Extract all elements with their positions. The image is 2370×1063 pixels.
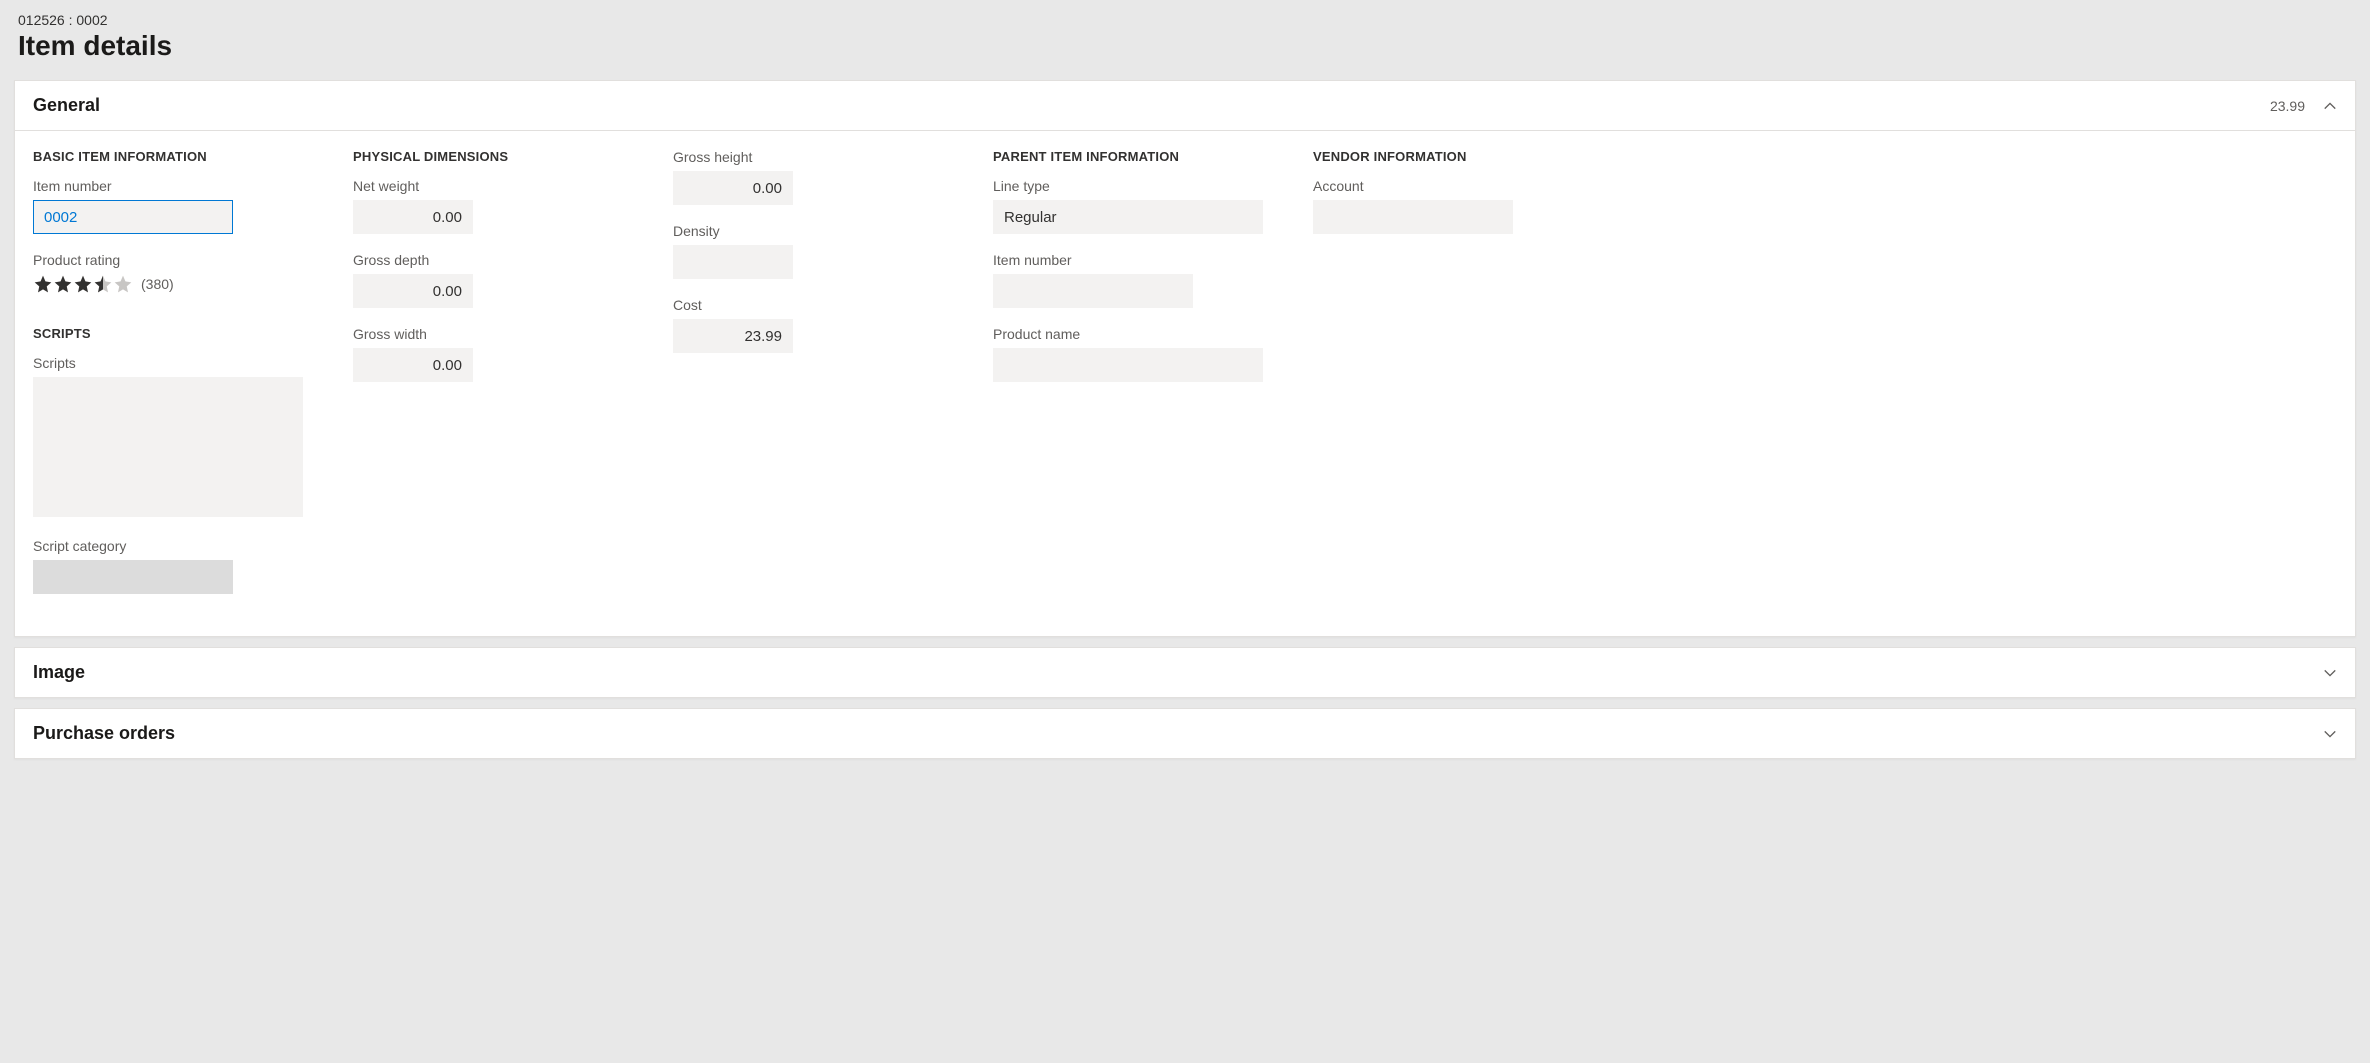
panel-general-title: General bbox=[33, 95, 100, 116]
script-category-label: Script category bbox=[33, 538, 313, 554]
net-weight-label: Net weight bbox=[353, 178, 633, 194]
panel-image-title: Image bbox=[33, 662, 85, 683]
panel-purchase-orders-header[interactable]: Purchase orders bbox=[15, 709, 2355, 758]
panel-general-header[interactable]: General 23.99 bbox=[15, 81, 2355, 130]
density-label: Density bbox=[673, 223, 953, 239]
account-input[interactable] bbox=[1313, 200, 1513, 234]
star-icon bbox=[33, 274, 53, 294]
group-basic-heading: BASIC ITEM INFORMATION bbox=[33, 149, 313, 164]
panel-purchase-orders-title: Purchase orders bbox=[33, 723, 175, 744]
group-vendor-heading: VENDOR INFORMATION bbox=[1313, 149, 1533, 164]
parent-item-number-label: Item number bbox=[993, 252, 1273, 268]
page-title: Item details bbox=[14, 30, 2356, 80]
product-rating-display: (380) bbox=[33, 274, 313, 294]
star-half-icon bbox=[93, 274, 113, 294]
cost-input[interactable] bbox=[673, 319, 793, 353]
cost-label: Cost bbox=[673, 297, 953, 313]
breadcrumb: 012526 : 0002 bbox=[14, 8, 2356, 30]
product-rating-label: Product rating bbox=[33, 252, 313, 268]
panel-image-header[interactable]: Image bbox=[15, 648, 2355, 697]
gross-width-label: Gross width bbox=[353, 326, 633, 342]
net-weight-input[interactable] bbox=[353, 200, 473, 234]
line-type-label: Line type bbox=[993, 178, 1273, 194]
panel-general-body: BASIC ITEM INFORMATION Item number Produ… bbox=[15, 130, 2355, 636]
group-scripts-heading: SCRIPTS bbox=[33, 326, 313, 341]
product-name-input[interactable] bbox=[993, 348, 1263, 382]
panel-image: Image bbox=[14, 647, 2356, 698]
script-category-input[interactable] bbox=[33, 560, 233, 594]
parent-item-number-input[interactable] bbox=[993, 274, 1193, 308]
scripts-textarea[interactable] bbox=[33, 377, 303, 517]
gross-height-label: Gross height bbox=[673, 149, 953, 165]
star-empty-icon bbox=[113, 274, 133, 294]
star-icon bbox=[53, 274, 73, 294]
gross-height-input[interactable] bbox=[673, 171, 793, 205]
group-parent-heading: PARENT ITEM INFORMATION bbox=[993, 149, 1273, 164]
chevron-down-icon bbox=[2323, 727, 2337, 741]
group-physical-heading: PHYSICAL DIMENSIONS bbox=[353, 149, 633, 164]
panel-purchase-orders: Purchase orders bbox=[14, 708, 2356, 759]
line-type-input[interactable] bbox=[993, 200, 1263, 234]
chevron-up-icon bbox=[2323, 99, 2337, 113]
chevron-down-icon bbox=[2323, 666, 2337, 680]
panel-general-summary: 23.99 bbox=[2270, 98, 2305, 114]
gross-depth-input[interactable] bbox=[353, 274, 473, 308]
item-number-input[interactable] bbox=[33, 200, 233, 234]
gross-width-input[interactable] bbox=[353, 348, 473, 382]
gross-depth-label: Gross depth bbox=[353, 252, 633, 268]
rating-count: (380) bbox=[141, 276, 174, 292]
star-icon bbox=[73, 274, 93, 294]
panel-general: General 23.99 BASIC ITEM INFORMATION Ite… bbox=[14, 80, 2356, 637]
account-label: Account bbox=[1313, 178, 1533, 194]
scripts-label: Scripts bbox=[33, 355, 313, 371]
item-number-label: Item number bbox=[33, 178, 313, 194]
product-name-label: Product name bbox=[993, 326, 1273, 342]
star-rating bbox=[33, 274, 133, 294]
density-input[interactable] bbox=[673, 245, 793, 279]
